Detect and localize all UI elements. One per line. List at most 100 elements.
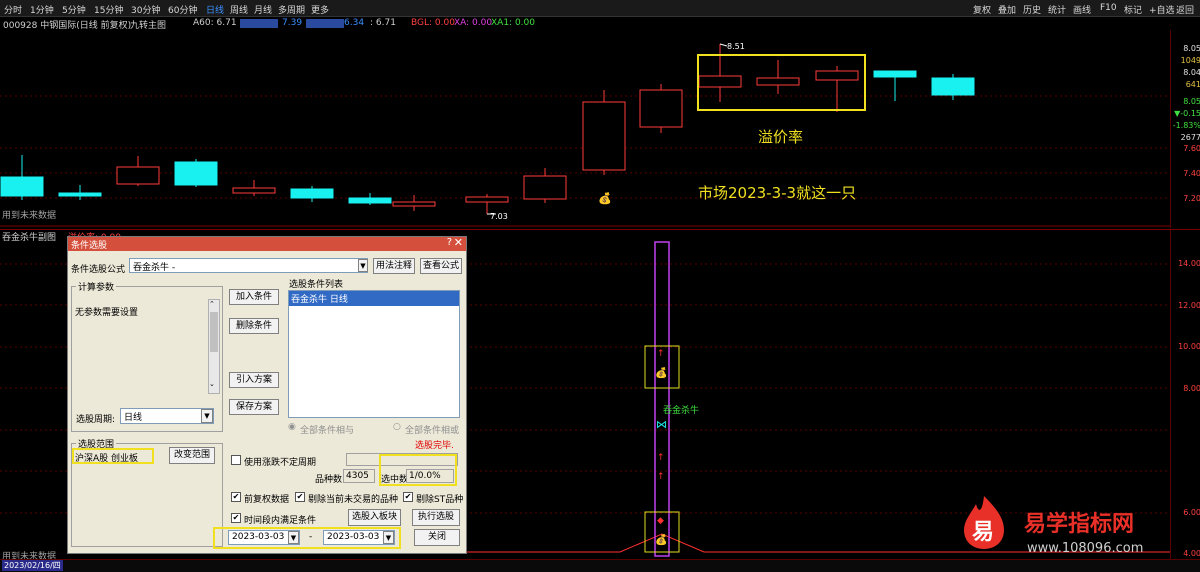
import-scheme-button[interactable]: 引入方案 — [229, 372, 279, 388]
candle-body — [523, 175, 567, 200]
candle-body — [174, 161, 218, 186]
fq-data-checkbox[interactable]: ✔ — [231, 492, 241, 502]
period-15min-tab[interactable]: 15分钟 — [94, 3, 123, 16]
radio-or-icon[interactable]: ○ — [393, 422, 401, 432]
candle-body — [465, 196, 509, 203]
info-highlight-2 — [306, 19, 344, 28]
site-logo: 易 — [962, 494, 1006, 550]
history-button[interactable]: 历史 — [1023, 3, 1041, 16]
xa-value: XA: 0.00 — [454, 18, 493, 28]
premium-highlight-box — [697, 54, 866, 111]
scrollbar-thumb[interactable] — [210, 312, 218, 352]
help-icon[interactable]: ? — [447, 237, 452, 248]
exclude-notrade-checkbox[interactable]: ✔ — [295, 492, 305, 502]
period-30min-tab[interactable]: 30分钟 — [131, 3, 160, 16]
date-from-value: 2023-03-03 — [232, 532, 285, 542]
formula-label: 条件选股公式 — [71, 265, 126, 275]
period-daily-tab[interactable]: 日线 — [206, 3, 224, 16]
money-bag-icon: 💰 — [655, 366, 667, 379]
chevron-down-icon[interactable]: ▼ — [201, 409, 213, 423]
period-select[interactable]: 日线 — [120, 408, 214, 424]
up-arrow-icon: ↑ — [657, 453, 665, 463]
and-option-label: 全部条件相与 — [300, 426, 355, 436]
axis-label: 8.05 — [1183, 97, 1200, 106]
fq-data-label: 前复权数据 — [244, 495, 290, 505]
fuquan-button[interactable]: 复权 — [973, 3, 991, 16]
selected-label: 选中数 — [381, 475, 409, 485]
period-intraday-tab[interactable]: 分时 — [4, 3, 22, 16]
selected-field: 1/0.0% — [406, 469, 454, 483]
radio-and-icon[interactable]: ◉ — [288, 422, 296, 432]
axis-label: 1049 — [1180, 56, 1200, 65]
bgl-value: BGL: 0.00 — [411, 18, 455, 28]
period-label: 选股周期: — [76, 415, 116, 425]
candle-body — [392, 201, 436, 207]
or-option-label: 全部条件相或 — [405, 426, 460, 436]
premium-annotation: 溢价率 — [758, 128, 804, 146]
stats-button[interactable]: 统计 — [1048, 3, 1066, 16]
a60-value: A60: 6.71 — [193, 18, 237, 28]
axis-label: 4.00 — [1183, 549, 1200, 558]
to-block-button[interactable]: 选股入板块 — [348, 509, 401, 526]
chevron-down-icon[interactable]: ▼ — [358, 259, 368, 272]
axis-label: 8.00 — [1183, 384, 1200, 393]
signal-label: 吞金杀牛 — [663, 406, 700, 416]
uncertain-period-checkbox[interactable] — [231, 455, 241, 465]
interval-label: 时间段内满足条件 — [244, 516, 317, 526]
diamond-icon: ◆ — [657, 516, 664, 526]
view-formula-button[interactable]: 查看公式 — [420, 258, 462, 274]
info-value-2: 6.34 — [344, 18, 365, 28]
chevron-up-icon[interactable]: ⌃ — [209, 300, 215, 308]
usage-notes-button[interactable]: 用法注释 — [373, 258, 415, 274]
add-favorite-button[interactable]: +自选 — [1149, 3, 1175, 16]
save-scheme-button[interactable]: 保存方案 — [229, 399, 279, 415]
f10-button[interactable]: F10 — [1100, 3, 1117, 13]
info-value-1: 7.39 — [282, 18, 303, 28]
period-weekly-tab[interactable]: 周线 — [230, 3, 248, 16]
delete-condition-button[interactable]: 删除条件 — [229, 318, 279, 334]
back-button[interactable]: 返回 — [1176, 3, 1194, 16]
run-selection-button[interactable]: 执行选股 — [412, 509, 460, 526]
site-name: 易学指标网 — [1024, 512, 1135, 537]
period-multi-tab[interactable]: 多周期 — [278, 3, 305, 16]
axis-label: 641 — [1185, 80, 1200, 89]
condition-list[interactable]: 吞金杀牛 日线 — [288, 290, 460, 418]
count-label: 品种数 — [315, 475, 343, 485]
low-price-label: 7.03 — [490, 212, 508, 221]
chevron-down-icon[interactable]: ▼ — [288, 531, 299, 544]
candle-body — [639, 89, 683, 128]
change-range-button[interactable]: 改变范围 — [169, 447, 215, 464]
site-url: www.108096.com — [1027, 541, 1144, 556]
condition-list-item[interactable]: 吞金杀牛 日线 — [289, 291, 459, 306]
chevron-down-icon[interactable]: ▼ — [383, 531, 394, 544]
info-highlight-1 — [240, 19, 278, 28]
close-button[interactable]: 关闭 — [414, 529, 460, 546]
up-arrow-icon: ↑ — [657, 349, 665, 359]
interval-checkbox[interactable]: ✔ — [231, 513, 241, 523]
axis-label: 6.00 — [1183, 508, 1200, 517]
period-5min-tab[interactable]: 5分钟 — [62, 3, 86, 16]
axis-label: 14.00 — [1178, 259, 1200, 268]
dialog-title-bar[interactable]: 条件选股 ? ✕ — [68, 236, 466, 251]
period-1min-tab[interactable]: 1分钟 — [30, 3, 54, 16]
axis-label: 8.05 — [1183, 44, 1200, 53]
add-condition-button[interactable]: 加入条件 — [229, 289, 279, 305]
draw-button[interactable]: 画线 — [1073, 3, 1091, 16]
butterfly-icon: ⋈ — [656, 418, 667, 431]
candle-body — [582, 101, 626, 171]
logo-mark: 易 — [972, 520, 995, 545]
overlay-button[interactable]: 叠加 — [998, 3, 1016, 16]
period-more-menu[interactable]: 更多 — [311, 3, 329, 16]
period-monthly-tab[interactable]: 月线 — [254, 3, 272, 16]
candle-body — [116, 166, 160, 185]
date-bar — [0, 559, 1200, 572]
mark-button[interactable]: 标记 — [1124, 3, 1142, 16]
close-icon[interactable]: ✕ — [454, 236, 463, 249]
exclude-st-checkbox[interactable]: ✔ — [403, 492, 413, 502]
formula-value: 吞金杀牛 - — [133, 263, 176, 273]
info-value-3: : 6.71 — [370, 18, 396, 28]
chevron-down-icon[interactable]: ⌄ — [209, 380, 215, 388]
formula-select[interactable]: 吞金杀牛 - — [129, 258, 368, 273]
period-60min-tab[interactable]: 60分钟 — [168, 3, 197, 16]
future-data-warning-top: 用到未来数据 — [2, 211, 57, 221]
